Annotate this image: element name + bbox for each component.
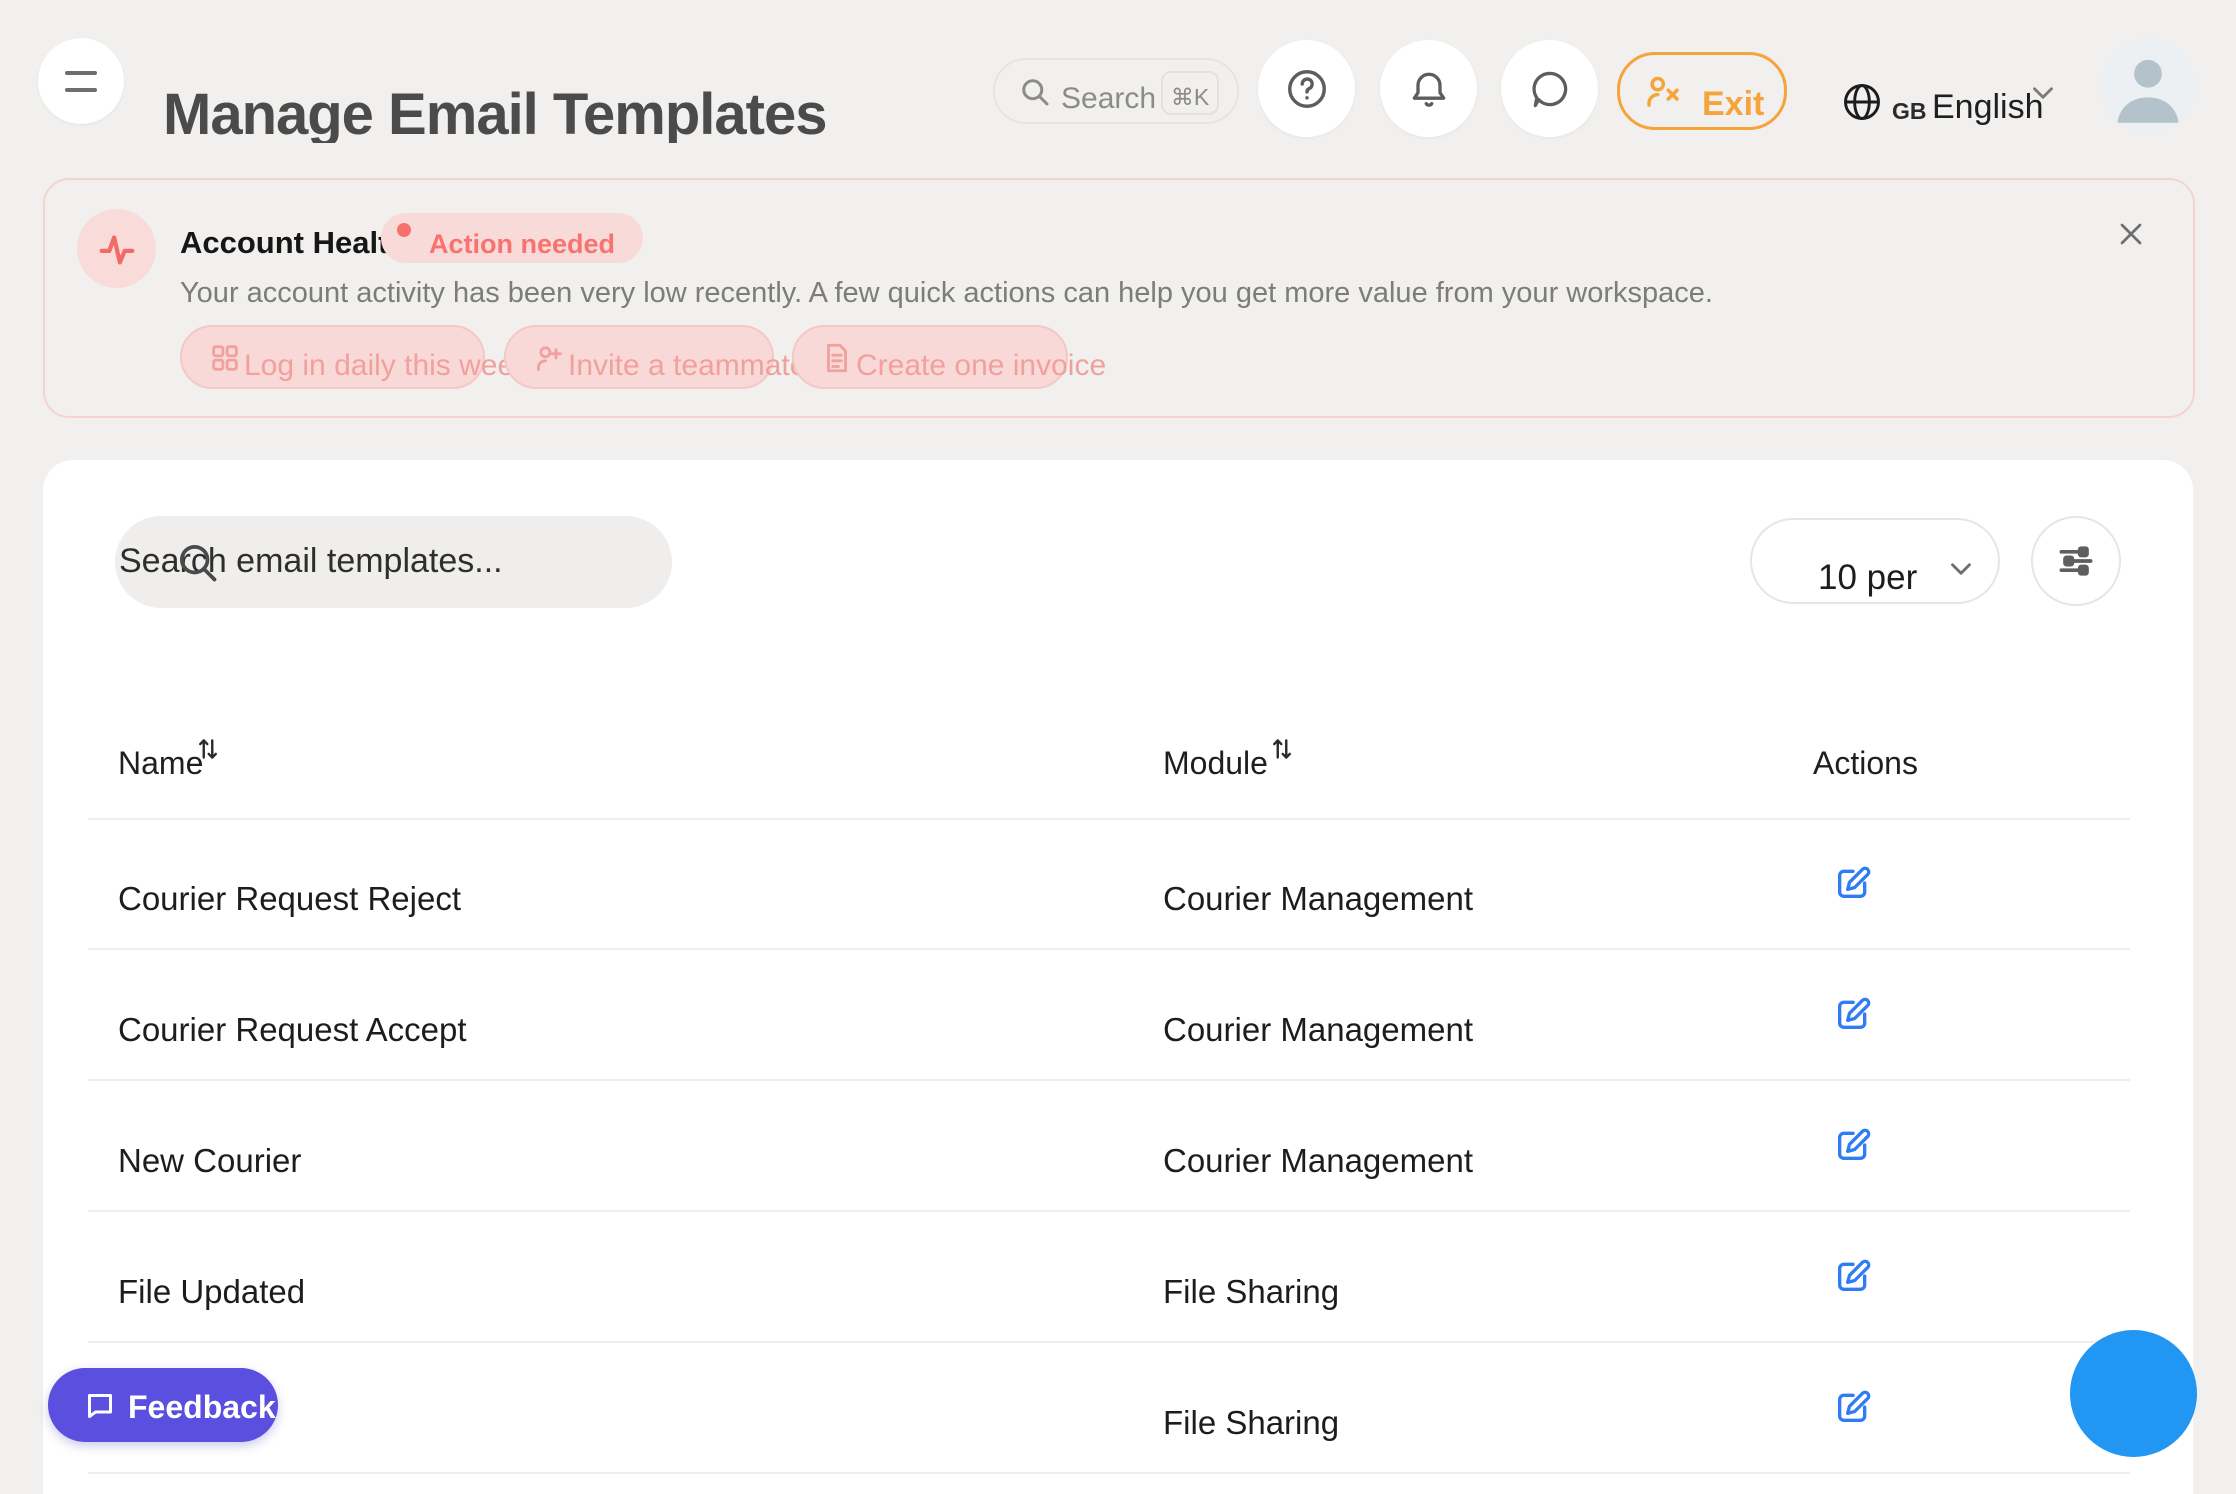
global-search-button[interactable]: Search ⌘K [993,58,1239,124]
question-mark-icon [1284,66,1330,112]
template-name: File Updated [118,1273,305,1311]
sliders-icon [2054,539,2098,583]
template-module: File Sharing [1163,1273,1339,1311]
template-module: File Sharing [1163,1404,1339,1442]
template-module: Courier Management [1163,1011,1473,1049]
sort-icon[interactable] [1265,732,1299,766]
invoice-icon [820,341,854,375]
column-header-actions: Actions [1813,745,1918,782]
chevron-down-icon [2026,76,2060,110]
bell-icon [1407,67,1451,111]
hamburger-icon [65,71,97,75]
table-row: New Courier Courier Management [88,1081,2130,1212]
close-icon [2113,216,2149,252]
chat-bubble-icon [82,1388,118,1424]
page: Manage Email Templates Search ⌘K [0,0,2236,1494]
table-row: File Sharing [88,1343,2130,1474]
template-module: Courier Management [1163,880,1473,918]
chevron-down-icon [1944,552,1978,586]
help-button[interactable] [1258,40,1355,137]
feedback-button[interactable]: Feedback [48,1368,278,1442]
banner-title: Account Health [180,225,407,261]
keyboard-shortcut-badge: ⌘K [1161,71,1219,115]
page-size-value: 10 per [1818,558,1917,598]
account-health-banner: Account Health Action needed Your accoun… [43,178,2195,418]
language-flag: GB [1892,98,1927,125]
create-invoice-button[interactable]: Create one invoice [792,325,1068,389]
global-search-placeholder: Search [1061,82,1156,116]
person-icon [2099,37,2197,135]
hamburger-menu-button[interactable] [38,38,124,124]
person-plus-icon [532,341,566,375]
exit-button[interactable]: Exit [1617,52,1787,130]
template-search-input[interactable]: Search email templates... [115,516,672,608]
email-templates-card: Search email templates... 10 per Name Mo… [43,460,2193,1494]
banner-close-button[interactable] [2107,210,2155,258]
edit-button[interactable] [1833,1256,1873,1296]
language-selector[interactable]: GB English [1840,64,2080,134]
chat-bubble-icon [1528,67,1572,111]
edit-button[interactable] [1833,994,1873,1034]
person-x-icon [1642,71,1684,113]
action-needed-badge: Action needed [381,213,643,263]
page-title: Manage Email Templates [163,40,923,143]
edit-button[interactable] [1833,1387,1873,1427]
table-row: Courier Request Reject Courier Managemen… [88,819,2130,950]
table-row: Courier Request Accept Courier Managemen… [88,950,2130,1081]
messages-button[interactable] [1501,40,1598,137]
template-name: Courier Request Accept [118,1011,467,1049]
template-module: Courier Management [1163,1142,1473,1180]
invite-teammate-button[interactable]: Invite a teammate [504,325,774,389]
table-row: File Updated File Sharing [88,1212,2130,1343]
user-avatar[interactable] [2099,37,2197,135]
search-icon [169,534,225,590]
search-icon [1017,74,1053,110]
activity-icon [77,209,156,288]
globe-icon [1840,80,1884,124]
grid-icon [208,341,242,375]
chat-widget-button[interactable] [2070,1330,2197,1457]
sort-icon[interactable] [191,732,225,766]
template-name: New Courier [118,1142,301,1180]
edit-button[interactable] [1833,863,1873,903]
template-name: Courier Request Reject [118,880,461,918]
exit-label: Exit [1702,85,1764,124]
column-header-module[interactable]: Module [1163,745,1268,782]
notifications-button[interactable] [1380,40,1477,137]
filters-button[interactable] [2031,516,2121,606]
login-daily-button[interactable]: Log in daily this week [180,325,485,389]
edit-button[interactable] [1833,1125,1873,1165]
alert-dot [397,223,411,237]
banner-description: Your account activity has been very low … [180,277,1713,310]
page-size-dropdown[interactable]: 10 per [1750,518,2000,604]
